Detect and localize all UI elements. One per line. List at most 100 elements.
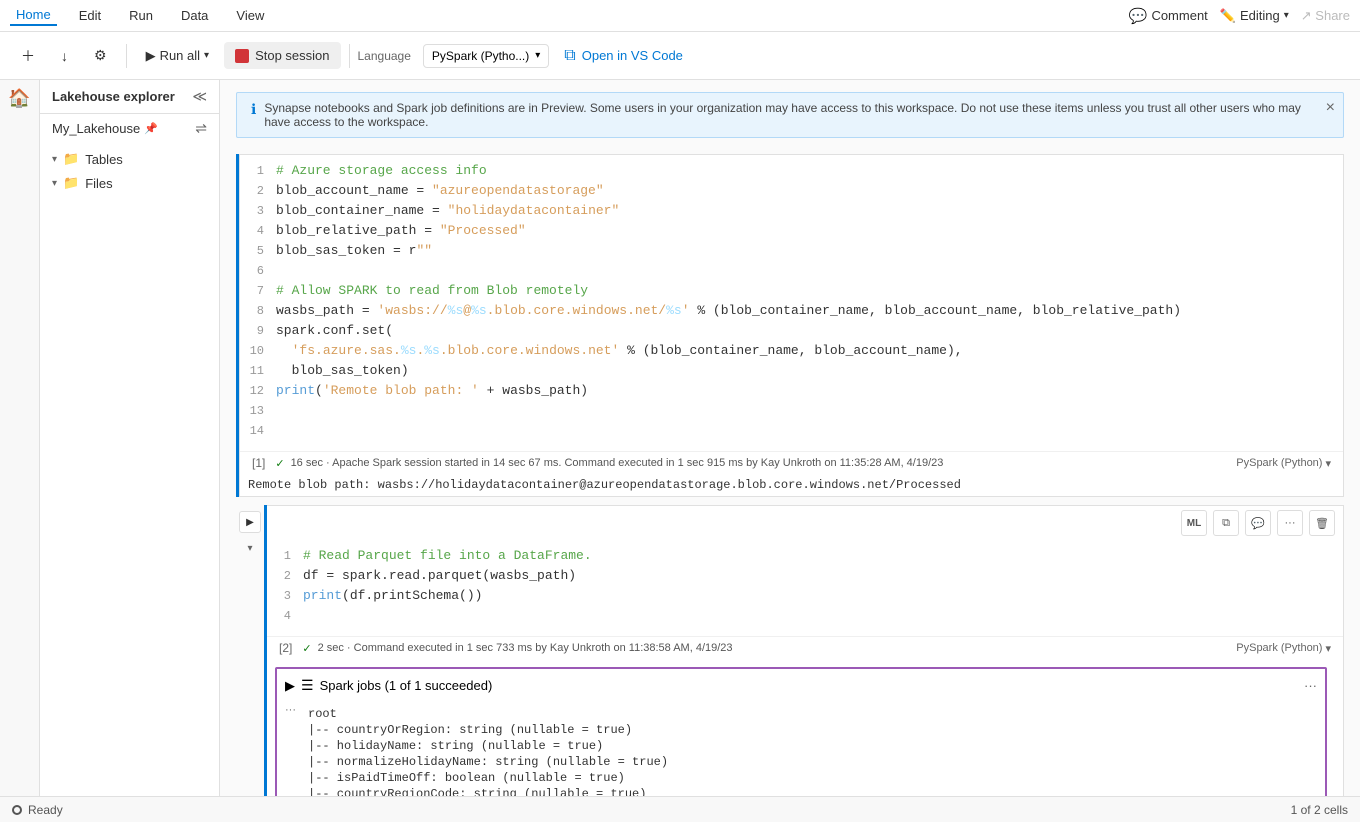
lang-chevron-icon: ▾ (535, 50, 540, 61)
cell-1: 1 # Azure storage access info 2 blob_acc… (236, 154, 1344, 497)
cell-2-pyspark-text: PySpark (Python) (1236, 642, 1322, 654)
open-vscode-button[interactable]: ⧉ Open in VS Code (553, 41, 694, 71)
edit-icon: ✏️ (1220, 8, 1236, 24)
cell-1-code[interactable]: 1 # Azure storage access info 2 blob_acc… (240, 155, 1343, 451)
cell-action-delete[interactable]: 🗑 (1309, 510, 1335, 536)
cells-info: 1 of 2 cells (1291, 803, 1348, 817)
cell-2-run-button[interactable]: ▶ (239, 511, 261, 533)
cell-1-status: [1] ✓ 16 sec · Apache Spark session star… (240, 451, 1343, 474)
folder-icon-files: 📁 (63, 175, 79, 191)
notebook-area: ℹ Synapse notebooks and Spark job defini… (220, 80, 1360, 796)
pyspark-2-chevron: ▾ (1325, 642, 1331, 655)
code-line: 1 # Read Parquet file into a DataFrame. (267, 548, 1343, 568)
menu-bar: Home Edit Run Data View 💬 Comment ✏️ Edi… (0, 0, 1360, 32)
gear-icon: ⚙ (94, 47, 107, 64)
sidebar-icon-bar: 🏠 (0, 80, 40, 796)
sidebar-collapse-icon[interactable]: ≪ (192, 88, 207, 105)
info-banner-close[interactable]: × (1326, 99, 1335, 117)
plus-icon: ＋ (21, 46, 35, 66)
menu-data[interactable]: Data (175, 6, 214, 25)
cell-1-output: Remote blob path: wasbs://holidaydatacon… (240, 474, 1343, 496)
schema-output: root |-- countryOrRegion: string (nullab… (304, 702, 672, 796)
cell-1-number: [1] (252, 456, 265, 470)
stop-session-button[interactable]: Stop session (224, 42, 340, 69)
cell-1-pyspark-badge[interactable]: PySpark (Python) ▾ (1236, 457, 1331, 470)
menu-home[interactable]: Home (10, 5, 57, 26)
code-line: 8 wasbs_path = 'wasbs://%s@%s.blob.core.… (240, 303, 1343, 323)
cell-2-collapse-button[interactable]: ▾ (239, 537, 261, 559)
save-button[interactable]: ↓ (50, 42, 79, 70)
code-line: 5 blob_sas_token = r"" (240, 243, 1343, 263)
cell-action-comment[interactable]: 💬 (1245, 510, 1271, 536)
sidebar: 🏠 Lakehouse explorer ≪ My_Lakehouse 📌 ⇌ (0, 80, 220, 796)
share-icon: ↗ (1301, 8, 1312, 23)
code-line: 4 (267, 608, 1343, 628)
code-line: 11 blob_sas_token) (240, 363, 1343, 383)
sidebar-item-files[interactable]: ▾ 📁 Files (40, 171, 219, 195)
tables-label: Tables (85, 152, 123, 167)
comment-button[interactable]: 💬 Comment (1129, 7, 1208, 25)
add-cell-toolbar-button[interactable]: ＋ (10, 40, 46, 72)
ready-dot (12, 805, 22, 815)
cell-2-pyspark-badge[interactable]: PySpark (Python) ▾ (1236, 642, 1331, 655)
sidebar-title: Lakehouse explorer (52, 89, 175, 104)
info-banner: ℹ Synapse notebooks and Spark job defini… (236, 92, 1344, 138)
cell-action-ml[interactable]: ML (1181, 510, 1207, 536)
lakehouse-item: My_Lakehouse 📌 ⇌ (40, 114, 219, 143)
code-line: 6 (240, 263, 1343, 283)
pyspark-chevron: ▾ (1325, 457, 1331, 470)
cell-2-status: [2] ✓ 2 sec · Command executed in 1 sec … (267, 636, 1343, 659)
status-check-icon: ✓ (275, 457, 284, 470)
editing-button[interactable]: ✏️ Editing ▾ (1220, 8, 1289, 24)
main-content: 🏠 Lakehouse explorer ≪ My_Lakehouse 📌 ⇌ (0, 80, 1360, 796)
run-all-chevron: ▾ (204, 50, 209, 61)
vscode-icon: ⧉ (564, 47, 575, 65)
language-label: Language (358, 49, 411, 63)
stop-session-label: Stop session (255, 48, 329, 63)
spark-jobs-list-icon: ☰ (301, 677, 314, 694)
code-line: 10 'fs.azure.sas.%s.%s.blob.core.windows… (240, 343, 1343, 363)
schema-line: |-- countryRegionCode: string (nullable … (308, 786, 668, 796)
toolbar: ＋ ↓ ⚙ ▶ Run all ▾ Stop session Language … (0, 32, 1360, 80)
sidebar-item-tables[interactable]: ▾ 📁 Tables (40, 147, 219, 171)
run-all-label: Run all (160, 48, 200, 63)
spark-jobs-collapse-icon[interactable]: ▶ (285, 678, 295, 694)
schema-expand-icon[interactable]: ··· (285, 702, 296, 716)
settings-button[interactable]: ⚙ (83, 41, 118, 70)
menu-edit[interactable]: Edit (73, 6, 107, 25)
cell-2-status-text: 2 sec · Command executed in 1 sec 733 ms… (318, 642, 733, 654)
share-button[interactable]: ↗ Share (1301, 8, 1350, 24)
schema-line: |-- isPaidTimeOff: boolean (nullable = t… (308, 770, 668, 786)
schema-line: |-- holidayName: string (nullable = true… (308, 738, 668, 754)
sidebar-header: Lakehouse explorer ≪ (40, 80, 219, 114)
code-line: 2 blob_account_name = "azureopendatastor… (240, 183, 1343, 203)
stop-icon (235, 49, 249, 63)
code-line: 14 (240, 423, 1343, 443)
pin-icon: 📌 (144, 122, 158, 135)
status-bar: Ready 1 of 2 cells (0, 796, 1360, 822)
swap-icon[interactable]: ⇌ (195, 120, 207, 137)
code-line: 2 df = spark.read.parquet(wasbs_path) (267, 568, 1343, 588)
cell-1-status-text: 16 sec · Apache Spark session started in… (291, 457, 944, 469)
save-icon: ↓ (61, 48, 68, 64)
language-selector[interactable]: PySpark (Pytho...) ▾ (423, 44, 549, 68)
vscode-label: Open in VS Code (582, 48, 683, 63)
cell-action-more[interactable]: ··· (1277, 510, 1303, 536)
cell-2-code[interactable]: 1 # Read Parquet file into a DataFrame. … (267, 540, 1343, 636)
sidebar-home-icon[interactable]: 🏠 (8, 88, 30, 109)
lakehouse-name-text: My_Lakehouse (52, 121, 140, 136)
cell-1-pyspark-text: PySpark (Python) (1236, 457, 1322, 469)
menu-view[interactable]: View (230, 6, 270, 25)
info-icon: ℹ (251, 101, 256, 118)
chevron-icon-files: ▾ (52, 178, 57, 189)
spark-jobs-panel: ▶ ☰ Spark jobs (1 of 1 succeeded) ··· (275, 667, 1327, 796)
notebook-scroll[interactable]: ℹ Synapse notebooks and Spark job defini… (220, 80, 1360, 796)
ready-label: Ready (28, 803, 63, 817)
menu-run[interactable]: Run (123, 6, 159, 25)
code-line: 9 spark.conf.set( (240, 323, 1343, 343)
code-line: 12 print('Remote blob path: ' + wasbs_pa… (240, 383, 1343, 403)
code-line: 1 # Azure storage access info (240, 163, 1343, 183)
run-all-button[interactable]: ▶ Run all ▾ (135, 42, 221, 70)
cell-action-split[interactable]: ⧉ (1213, 510, 1239, 536)
spark-jobs-menu-icon[interactable]: ··· (1304, 678, 1317, 693)
